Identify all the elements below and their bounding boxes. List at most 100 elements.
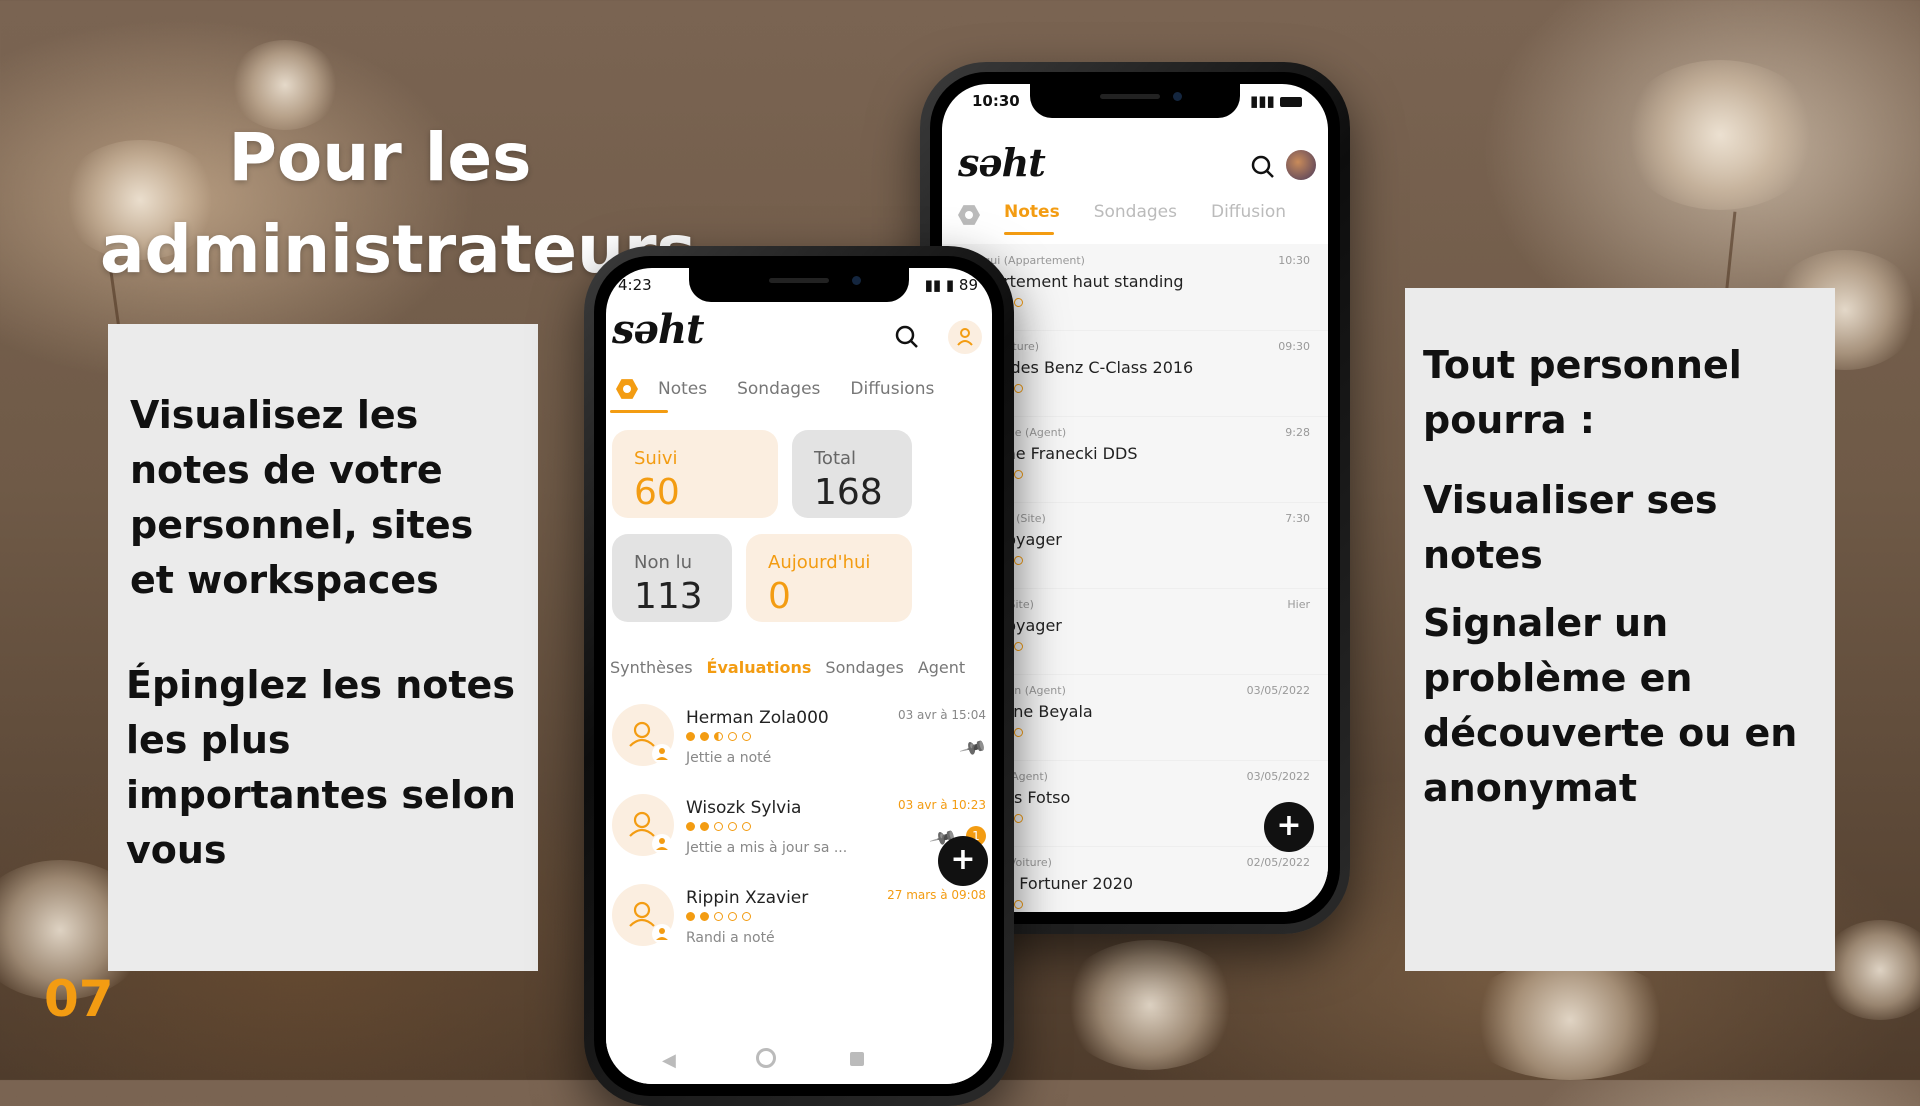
tab-diffusions[interactable]: Diffusions: [850, 379, 934, 399]
back-app-logo: səht: [958, 140, 1046, 185]
evaluator-name: Rippin Xzavier: [686, 888, 809, 908]
rating-dot: [728, 822, 737, 831]
subtab-syntheses[interactable]: Synthèses: [610, 658, 693, 677]
rating-dot: [742, 822, 751, 831]
evaluation-date: 03 avr à 10:23: [897, 798, 986, 812]
stat-card-total[interactable]: Total 168: [792, 430, 912, 518]
tab-notes[interactable]: Notes: [658, 379, 707, 399]
slide-number: 07: [44, 970, 114, 1028]
rating-dots: [686, 732, 751, 741]
stat-label: Non lu: [634, 552, 693, 573]
rating-dot: [1014, 642, 1023, 651]
title-line-2: administrateurs: [100, 211, 696, 288]
search-icon[interactable]: [1250, 154, 1276, 180]
left-text-panel: Visualisez les notes de votre personnel,…: [108, 324, 538, 971]
rating-dot: [686, 732, 695, 741]
rating-dots: [686, 822, 751, 831]
user-icon: [629, 721, 672, 764]
rating-dot: [1014, 298, 1023, 307]
battery-icon: [1280, 96, 1302, 107]
rating-dot: [1014, 814, 1023, 823]
tab-sondages[interactable]: Sondages: [1094, 202, 1177, 222]
rating-dot: [700, 912, 709, 921]
front-status-right: ▮▮ ▮ 89: [925, 276, 978, 294]
front-phone-screen: 4:23 ▮▮ ▮ 89 səht Notes Sondages Diffusi…: [606, 268, 992, 1084]
front-evaluation-list: Herman Zola000 03 avr à 15:04 Jettie a not…: [606, 694, 992, 954]
left-panel-paragraph-1: Visualisez les notes de votre personnel,…: [130, 393, 474, 602]
stat-label: Suivi: [634, 448, 678, 469]
avatar: [612, 794, 674, 856]
avatar: [612, 884, 674, 946]
battery-level: 89: [958, 276, 978, 294]
pin-icon[interactable]: 📌: [958, 734, 988, 763]
stat-card-suivi[interactable]: Suivi 60: [612, 430, 778, 518]
rating-dot: [714, 732, 723, 741]
recents-nav-icon[interactable]: [850, 1052, 864, 1066]
user-icon: [957, 328, 973, 346]
stat-card-non-lu[interactable]: Non lu 113: [612, 534, 732, 622]
rating-dot: [1014, 728, 1023, 737]
front-app-logo: səht: [612, 306, 705, 353]
left-panel-paragraph-2: Épinglez les notes les plus importantes …: [126, 663, 516, 872]
item-time: 09:30: [1278, 340, 1310, 353]
rating-dot: [742, 912, 751, 921]
rating-dot: [1014, 470, 1023, 479]
front-status-time: 4:23: [618, 276, 652, 294]
front-subtabs: Synthèses Évaluations Sondages Agent: [610, 658, 965, 677]
front-tabs: Notes Sondages Diffusions: [658, 379, 934, 399]
back-status-time: 10:30: [972, 92, 1020, 110]
rating-dot: [728, 732, 737, 741]
right-text-panel: Tout personnel pourra : Visualiser ses n…: [1405, 288, 1835, 971]
rating-dot: [686, 912, 695, 921]
rating-dot: [1014, 384, 1023, 393]
rating-dots: [686, 912, 751, 921]
rating-dot: [742, 732, 751, 741]
stat-label: Total: [814, 448, 857, 469]
tab-notes[interactable]: Notes: [1004, 202, 1060, 222]
title-line-1: Pour les: [228, 119, 532, 196]
rating-dot: [686, 822, 695, 831]
subtab-sondages[interactable]: Sondages: [825, 658, 903, 677]
add-note-button[interactable]: +: [1264, 802, 1314, 852]
tab-diffusion[interactable]: Diffusion: [1211, 202, 1286, 222]
rating-dot: [1014, 900, 1023, 909]
rating-dot: [714, 912, 723, 921]
back-tabs: Notes Sondages Diffusion: [1004, 202, 1286, 222]
home-nav-icon[interactable]: [756, 1048, 776, 1068]
avatar: [612, 704, 674, 766]
back-nav-icon[interactable]: ◀: [662, 1050, 676, 1071]
evaluation-list-item[interactable]: Wisozk Sylvia 03 avr à 10:23 Jettie a mis …: [606, 784, 992, 872]
add-evaluation-button[interactable]: +: [938, 836, 988, 886]
evaluator-name: Wisozk Sylvia: [686, 798, 802, 818]
evaluation-list-item[interactable]: Herman Zola000 03 avr à 15:04 Jettie a not…: [606, 694, 992, 782]
rating-dot: [1014, 556, 1023, 565]
stat-card-aujourdhui[interactable]: Aujourd'hui 0: [746, 534, 912, 622]
profile-button[interactable]: [948, 320, 982, 354]
right-panel-paragraph-3: Signaler un problème en découverte ou en…: [1423, 601, 1798, 810]
tab-sondages[interactable]: Sondages: [737, 379, 820, 399]
profile-avatar[interactable]: [1286, 150, 1316, 180]
subtab-agent[interactable]: Agent: [918, 658, 965, 677]
android-nav-bar: ◀: [606, 1038, 992, 1084]
tab-underline: [610, 410, 668, 413]
item-time: 9:28: [1285, 426, 1310, 439]
search-icon[interactable]: [894, 324, 920, 350]
evaluation-list-item[interactable]: Rippin Xzavier 27 mars à 09:08 Randi a not…: [606, 874, 992, 962]
item-time: 03/05/2022: [1246, 770, 1310, 783]
item-time: Hier: [1287, 598, 1310, 611]
rating-dot: [714, 822, 723, 831]
rating-dot: [700, 732, 709, 741]
filter-hex-icon[interactable]: [958, 205, 980, 225]
stat-value: 0: [768, 576, 791, 617]
back-status-icons: ▮▮▮: [1250, 92, 1302, 110]
item-time: 7:30: [1285, 512, 1310, 525]
right-panel-paragraph-2: Visualiser ses notes: [1423, 478, 1718, 577]
stat-value: 60: [634, 472, 680, 513]
evaluation-date: 03 avr à 15:04: [897, 708, 986, 722]
item-time: 02/05/2022: [1246, 856, 1310, 869]
evaluator-name: Herman Zola000: [686, 708, 829, 728]
filter-hex-icon[interactable]: [616, 379, 638, 399]
evaluation-subtitle: Randi a noté: [686, 930, 775, 946]
subtab-evaluations[interactable]: Évaluations: [707, 658, 812, 677]
signal-icon: ▮▮▮: [1250, 92, 1275, 110]
